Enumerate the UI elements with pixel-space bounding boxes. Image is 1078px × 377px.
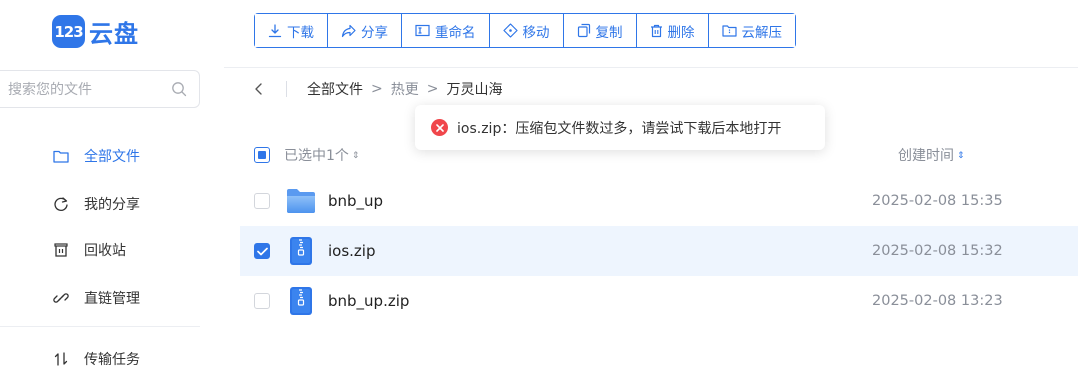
share-icon (52, 195, 70, 213)
check-icon (256, 247, 268, 255)
folder-icon (52, 147, 70, 165)
sidebar-item-label: 全部文件 (84, 149, 140, 165)
breadcrumb-root[interactable]: 全部文件 (307, 79, 363, 99)
error-icon (431, 119, 448, 136)
table-row[interactable]: bnb_up.zip 2025-02-08 13:23 (240, 276, 1078, 326)
column-created-time[interactable]: 创建时间 ⇕ (898, 145, 965, 165)
back-icon[interactable] (254, 82, 272, 96)
share-arrow-icon (341, 24, 356, 37)
sort-icon[interactable]: ⇕ (957, 151, 965, 161)
sidebar-item-all-files[interactable]: 全部文件 (52, 144, 140, 168)
logo[interactable]: 123 云盘 (52, 14, 139, 49)
zip-file-icon (286, 236, 316, 266)
delete-label: 删除 (667, 24, 695, 41)
move-label: 移动 (522, 24, 550, 41)
sidebar-item-direct-link[interactable]: 直链管理 (52, 286, 140, 310)
copy-button[interactable]: 复制 (563, 14, 637, 47)
download-label: 下载 (287, 24, 314, 41)
selection-count[interactable]: 已选中1个 ⇕ (284, 145, 359, 165)
app-root: 123 云盘 搜索您的文件 全部文件 我的分享 回收站 直链管理 传输任务 下载… (0, 0, 1078, 377)
transfer-icon (52, 350, 70, 368)
delete-button[interactable]: 删除 (636, 14, 709, 47)
row-checkbox[interactable] (254, 193, 270, 209)
extract-icon (721, 25, 737, 37)
sidebar: 123 云盘 搜索您的文件 全部文件 我的分享 回收站 直链管理 传输任务 (0, 0, 224, 377)
column-created-label: 创建时间 (898, 148, 954, 164)
file-name[interactable]: bnb_up.zip (328, 292, 409, 310)
table-row[interactable]: ios.zip 2025-02-08 15:32 (240, 226, 1078, 276)
table-row[interactable]: bnb_up 2025-02-08 15:35 (240, 176, 1078, 226)
sort-icon[interactable]: ⇕ (352, 151, 360, 161)
breadcrumb: 全部文件 > 热更 > 万灵山海 (254, 78, 502, 100)
error-toast: ios.zip：压缩包文件数过多，请尝试下载后本地打开 (415, 105, 825, 150)
copy-label: 复制 (595, 24, 623, 41)
folder-icon (286, 186, 316, 216)
move-button[interactable]: 移动 (489, 14, 564, 47)
breadcrumb-chevron: > (426, 81, 439, 97)
file-created: 2025-02-08 15:32 (872, 243, 1003, 259)
logo-text: 云盘 (89, 20, 139, 48)
file-name[interactable]: bnb_up (328, 192, 383, 210)
action-toolbar: 下载 分享 重命名 移动 复制 删除 云解压 (254, 13, 796, 48)
sidebar-divider (0, 326, 200, 327)
zip-file-icon (286, 286, 316, 316)
row-checkbox[interactable] (254, 293, 270, 309)
download-icon (268, 23, 282, 37)
sidebar-item-label: 回收站 (84, 243, 126, 259)
cloud-extract-button[interactable]: 云解压 (708, 14, 795, 47)
sidebar-item-my-share[interactable]: 我的分享 (52, 192, 140, 216)
trash-icon (52, 241, 70, 259)
copy-icon (577, 23, 590, 38)
breadcrumb-level1[interactable]: 热更 (391, 79, 419, 99)
breadcrumb-current: 万灵山海 (446, 82, 503, 98)
row-checkbox[interactable] (254, 243, 270, 259)
share-label: 分享 (361, 24, 388, 41)
file-created: 2025-02-08 13:23 (872, 293, 1003, 309)
search-input[interactable]: 搜索您的文件 (0, 70, 200, 108)
sidebar-item-label: 传输任务 (84, 352, 140, 368)
selection-count-label: 已选中1个 (284, 148, 349, 164)
rename-label: 重命名 (435, 24, 476, 41)
breadcrumb-chevron: > (371, 81, 383, 97)
rename-button[interactable]: 重命名 (402, 14, 490, 47)
extract-label: 云解压 (741, 24, 783, 41)
file-created: 2025-02-08 15:35 (872, 193, 1003, 209)
sidebar-item-recycle-bin[interactable]: 回收站 (52, 238, 126, 262)
breadcrumb-separator-bar (286, 81, 287, 97)
sidebar-item-label: 我的分享 (84, 197, 140, 213)
rename-icon (415, 24, 430, 37)
header-divider (224, 67, 1078, 68)
search-icon[interactable] (171, 81, 187, 97)
file-name[interactable]: ios.zip (328, 242, 376, 260)
search-placeholder: 搜索您的文件 (8, 82, 92, 98)
move-icon (502, 23, 518, 38)
logo-mark: 123 (52, 15, 85, 48)
link-icon (52, 289, 70, 307)
sidebar-item-label: 直链管理 (84, 291, 140, 307)
toast-message: ios.zip：压缩包文件数过多，请尝试下载后本地打开 (457, 120, 782, 137)
delete-icon (650, 24, 662, 37)
sidebar-item-transfer[interactable]: 传输任务 (52, 347, 140, 371)
share-button[interactable]: 分享 (328, 14, 402, 47)
select-all-checkbox[interactable] (254, 147, 270, 163)
download-button[interactable]: 下载 (255, 14, 328, 47)
